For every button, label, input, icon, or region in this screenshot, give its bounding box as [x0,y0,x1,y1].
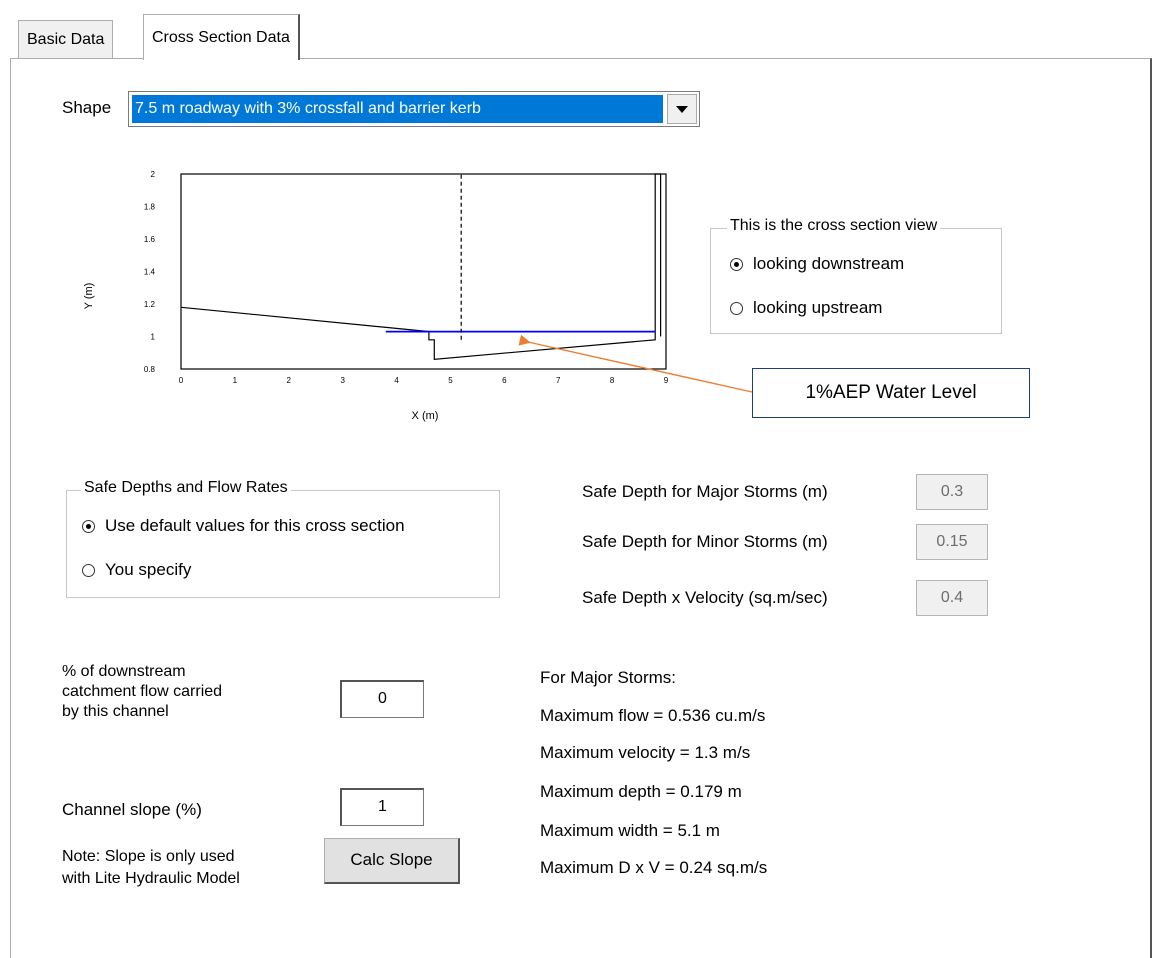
slope-note: Note: Slope is only used with Lite Hydra… [62,846,240,890]
note-line: with Lite Hydraulic Model [62,870,240,887]
chart-x-label: X (m) [412,410,439,422]
result-max-depth: Maximum depth = 0.179 m [540,782,742,801]
flow-percent-input[interactable]: 0 [340,680,424,718]
channel-slope-input[interactable]: 1 [340,788,424,826]
radio-looking-upstream[interactable]: looking upstream [730,298,882,318]
x-tick-label: 3 [340,376,345,385]
radio-you-specify[interactable]: You specify [82,560,191,580]
note-line: Note: Slope is only used [62,848,235,865]
label-line: by this channel [62,703,169,720]
label-line: % of downstream [62,663,186,680]
view-direction-group [710,228,1002,334]
callout-arrow [518,334,753,393]
safe-depth-major-label: Safe Depth for Major Storms (m) [582,482,828,501]
channel-slope-label: Channel slope (%) [62,800,202,819]
radio-label: looking upstream [753,298,883,317]
safe-depths-group [66,490,500,598]
y-tick-label: 0.8 [144,365,156,374]
y-tick-label: 1.8 [144,203,156,212]
y-tick-label: 1.6 [144,235,156,244]
radio-checked-icon [82,519,95,533]
results-heading: For Major Storms: [540,668,677,687]
result-max-flow: Maximum flow = 0.536 cu.m/s [540,706,766,725]
safe-depth-minor-field: 0.15 [916,524,988,560]
chart-y-label: Y (m) [83,283,95,310]
radio-unchecked-icon [730,301,743,315]
radio-use-default[interactable]: Use default values for this cross sectio… [82,516,405,536]
safe-dv-field: 0.4 [916,580,988,616]
y-tick-label: 1 [151,333,156,342]
radio-label: Use default values for this cross sectio… [105,516,405,535]
water-level-callout: 1%AEP Water Level [752,368,1030,418]
safe-depth-major-field: 0.3 [916,474,988,510]
x-tick-label: 2 [287,376,292,385]
shape-dropdown[interactable]: 7.5 m roadway with 3% crossfall and barr… [128,91,700,127]
x-tick-label: 4 [394,376,399,385]
result-max-velocity: Maximum velocity = 1.3 m/s [540,743,751,762]
x-tick-label: 0 [179,376,184,385]
x-tick-label: 1 [233,376,238,385]
shape-selected-value: 7.5 m roadway with 3% crossfall and barr… [132,95,663,123]
safe-dv-label: Safe Depth x Velocity (sq.m/sec) [582,588,828,607]
x-tick-label: 5 [448,376,453,385]
radio-checked-icon [730,257,743,271]
view-direction-title: This is the cross section view [727,217,941,235]
safe-depths-title: Safe Depths and Flow Rates [81,479,291,497]
safe-depth-minor-label: Safe Depth for Minor Storms (m) [582,532,828,551]
result-max-width: Maximum width = 5.1 m [540,821,720,840]
chevron-down-icon[interactable] [667,94,697,124]
radio-looking-downstream[interactable]: looking downstream [730,254,904,274]
radio-label: You specify [105,560,192,579]
flow-percent-label: % of downstream catchment flow carried b… [62,662,222,722]
y-tick-label: 1.4 [144,268,156,277]
calc-slope-button[interactable]: Calc Slope [324,838,460,884]
result-max-dv: Maximum D x V = 0.24 sq.m/s [540,858,768,877]
radio-unchecked-icon [82,563,95,577]
label-line: catchment flow carried [62,683,223,700]
y-tick-label: 1.2 [144,300,156,309]
radio-label: looking downstream [753,254,905,273]
tab-cross-section-data[interactable]: Cross Section Data [143,14,300,60]
y-tick-label: 2 [151,170,156,179]
tab-basic-data[interactable]: Basic Data [18,20,114,58]
shape-label: Shape [62,98,112,117]
